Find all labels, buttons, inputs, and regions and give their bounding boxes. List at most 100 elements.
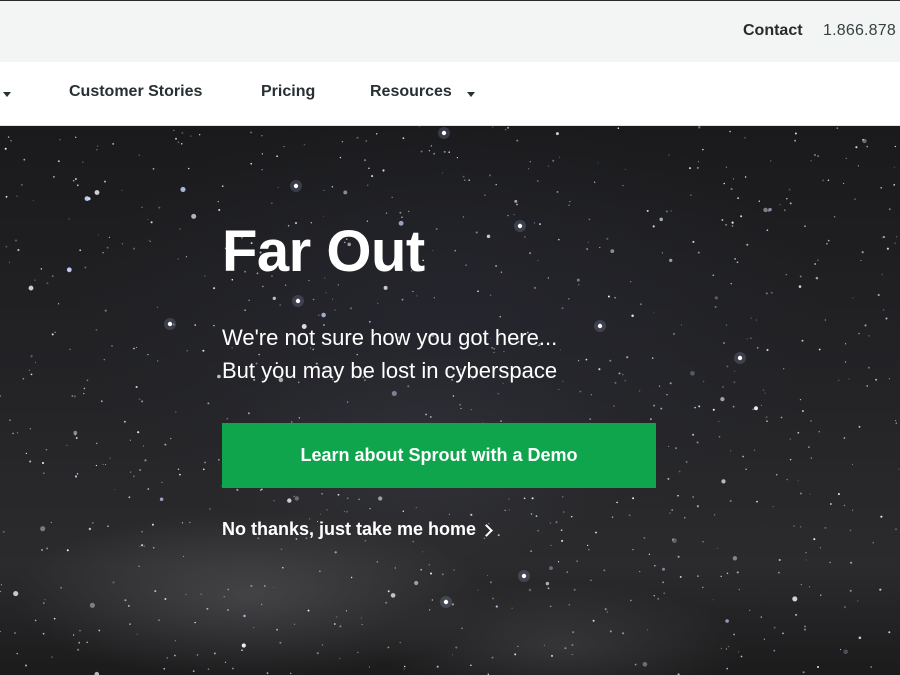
star — [568, 204, 570, 207]
star — [377, 302, 379, 305]
star — [387, 646, 390, 649]
star — [486, 574, 489, 577]
star — [399, 641, 401, 644]
star — [185, 593, 187, 595]
star — [322, 215, 324, 217]
star — [543, 644, 546, 646]
caret-down-icon[interactable] — [3, 92, 11, 97]
star — [356, 136, 359, 139]
star — [528, 588, 532, 592]
star — [66, 549, 69, 552]
star — [158, 619, 160, 621]
star — [868, 366, 870, 369]
star — [42, 632, 45, 635]
star — [824, 526, 827, 529]
demo-cta-button[interactable]: Learn about Sprout with a Demo — [222, 423, 656, 488]
star — [894, 242, 896, 245]
star — [858, 425, 861, 428]
star — [403, 668, 405, 670]
star — [508, 498, 510, 500]
star — [25, 452, 28, 455]
star — [217, 374, 221, 379]
star — [597, 323, 603, 329]
star — [295, 298, 301, 304]
star — [164, 597, 167, 601]
star — [714, 296, 718, 300]
star — [15, 239, 17, 242]
star — [161, 481, 163, 484]
star — [182, 555, 185, 557]
star — [493, 351, 495, 353]
star — [75, 437, 78, 439]
star — [736, 571, 739, 574]
star — [206, 607, 209, 610]
star — [535, 515, 538, 518]
star — [533, 286, 536, 289]
star — [339, 657, 341, 659]
star — [159, 497, 164, 502]
star — [770, 160, 772, 162]
star — [827, 239, 830, 242]
nav-item-customer-stories[interactable]: Customer Stories — [69, 83, 202, 101]
star — [898, 468, 900, 470]
star — [368, 320, 371, 323]
star — [829, 561, 831, 564]
star — [441, 130, 447, 136]
star — [29, 428, 31, 430]
home-link[interactable]: No thanks, just take me home — [222, 519, 493, 540]
star — [261, 135, 263, 137]
star — [190, 135, 192, 137]
star — [840, 649, 841, 650]
star — [586, 248, 588, 250]
star — [175, 137, 177, 140]
star — [429, 572, 433, 575]
star — [742, 455, 744, 458]
star — [895, 236, 898, 238]
star — [376, 561, 378, 563]
star — [141, 530, 143, 533]
star — [628, 514, 631, 517]
star — [827, 179, 830, 182]
star — [723, 182, 725, 185]
star — [810, 420, 812, 422]
star — [760, 616, 762, 618]
star — [562, 380, 564, 383]
hero-subtitle-line: But you may be lost in cyberspace — [222, 358, 558, 383]
star — [361, 624, 363, 626]
star — [103, 359, 105, 361]
star — [22, 377, 25, 380]
star — [559, 349, 561, 351]
star — [84, 266, 87, 269]
star — [368, 666, 370, 668]
star — [173, 129, 175, 131]
star — [872, 541, 875, 544]
nav-item-resources[interactable]: Resources — [370, 83, 452, 101]
star — [293, 623, 296, 626]
star — [888, 208, 891, 211]
nav-item-pricing[interactable]: Pricing — [261, 83, 315, 101]
star — [720, 396, 725, 402]
star — [731, 221, 734, 224]
star — [678, 470, 681, 473]
star — [653, 564, 656, 567]
phone-number[interactable]: 1.866.878 — [823, 22, 896, 40]
star — [248, 299, 250, 302]
contact-link[interactable]: Contact — [743, 22, 803, 40]
star — [147, 353, 149, 356]
star — [882, 235, 886, 239]
star — [836, 127, 839, 129]
star — [621, 373, 624, 376]
star — [436, 665, 439, 668]
star — [293, 495, 295, 497]
star — [746, 243, 749, 246]
star — [738, 651, 740, 653]
caret-down-icon[interactable] — [467, 92, 475, 97]
star — [448, 151, 450, 153]
star — [684, 516, 686, 519]
star — [758, 200, 760, 202]
star — [53, 176, 55, 178]
star — [849, 589, 852, 592]
star — [653, 312, 655, 314]
star — [76, 184, 79, 187]
star — [609, 630, 612, 633]
